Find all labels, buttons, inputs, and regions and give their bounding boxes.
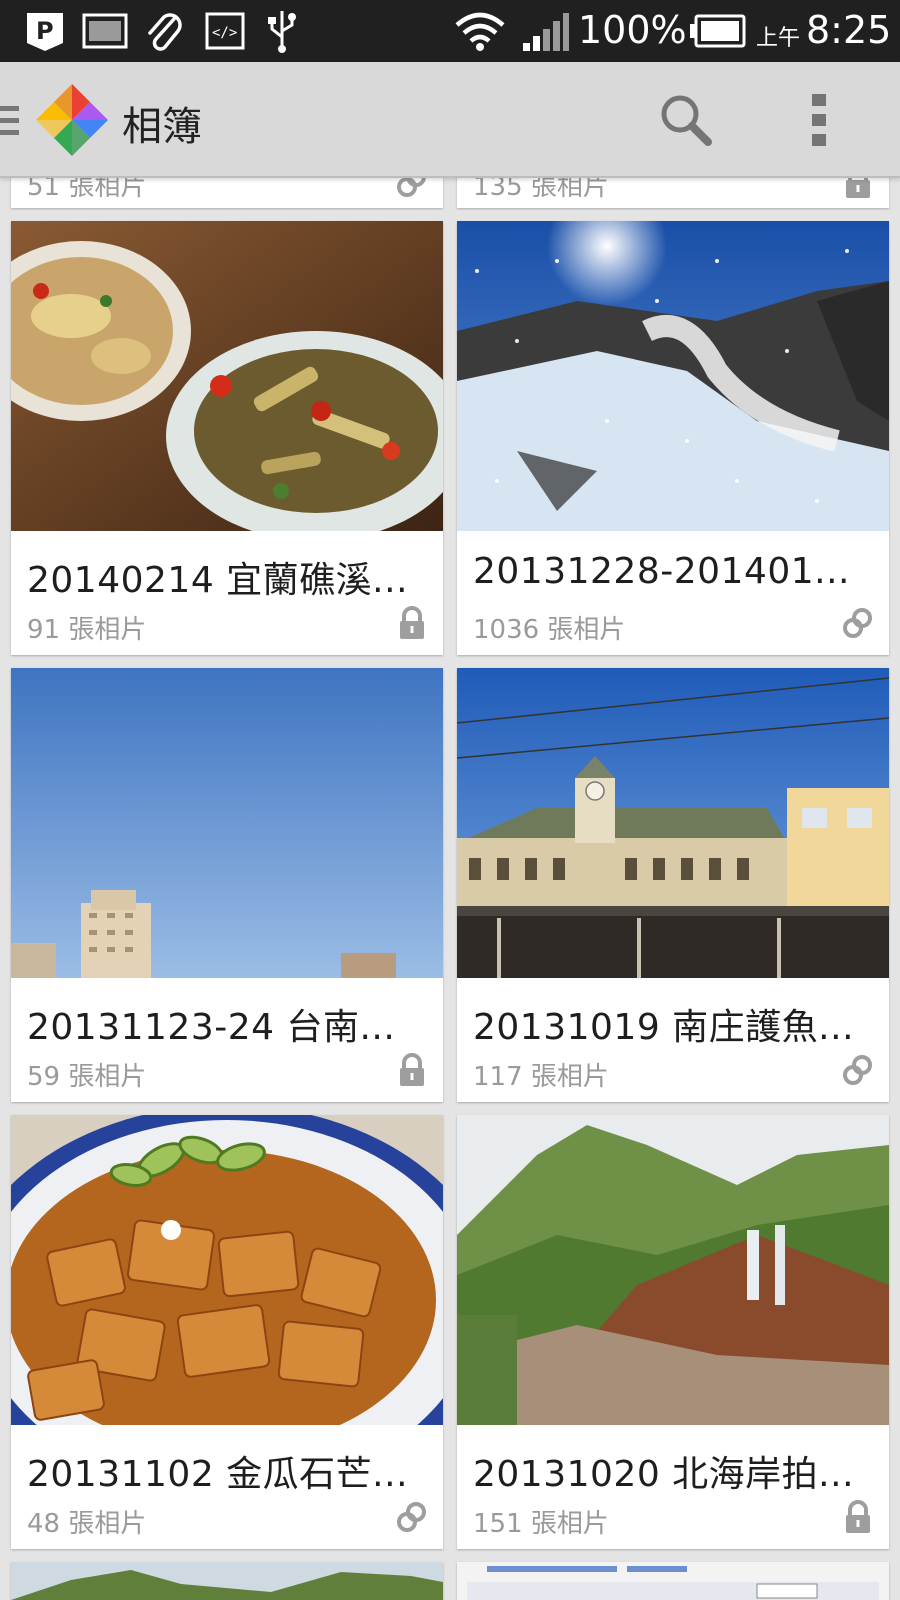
album-card-partial[interactable] (11, 1562, 443, 1600)
album-photo-count: 59 張相片 (27, 1062, 147, 1092)
shared-link-icon (843, 608, 872, 638)
album-photo-count: 117 張相片 (473, 1062, 609, 1092)
album-title: 20140214 宜蘭礁溪... (27, 560, 409, 601)
lock-icon (400, 606, 424, 639)
album-card[interactable]: 20131228-201401... 1036 張相片 (457, 221, 889, 655)
usb-icon (262, 10, 302, 53)
shared-link-icon (397, 1502, 426, 1532)
album-card[interactable]: 20131019 南庄護魚... 117 張相片 (457, 668, 889, 1102)
signal-icon (520, 10, 570, 52)
status-bar: P </> 100% 上午 8:25 (0, 0, 900, 62)
album-thumbnail (11, 221, 443, 531)
album-thumbnail (11, 1115, 443, 1425)
album-thumbnail (457, 668, 889, 978)
wifi-icon (452, 10, 508, 52)
album-grid[interactable]: 51 張相片 135 張相片 20140214 宜蘭礁溪... 91 張相片 2… (0, 0, 900, 1600)
search-icon[interactable] (650, 84, 722, 156)
album-title: 20131228-201401... (473, 551, 850, 592)
album-thumbnail (11, 668, 443, 978)
time-ampm: 上午 (756, 26, 801, 51)
app-screen: 51 張相片 135 張相片 20140214 宜蘭礁溪... 91 張相片 2… (0, 0, 900, 1600)
album-thumbnail (457, 1562, 889, 1600)
photos-logo-icon[interactable] (32, 80, 112, 160)
album-card[interactable]: 20131123-24 台南... 59 張相片 (11, 668, 443, 1102)
album-card[interactable]: 20140214 宜蘭礁溪... 91 張相片 (11, 221, 443, 655)
page-title: 相簿 (122, 104, 202, 150)
menu-icon[interactable] (0, 84, 30, 156)
lock-icon (846, 1500, 870, 1533)
album-photo-count: 91 張相片 (27, 615, 147, 645)
clock-time: 8:25 (806, 8, 892, 52)
image-notification-icon (80, 10, 130, 52)
svg-text:</>: </> (212, 25, 237, 41)
album-photo-count: 1036 張相片 (473, 615, 626, 645)
battery-percent: 100% (578, 8, 687, 52)
svg-text:P: P (36, 17, 54, 45)
album-title: 20131020 北海岸拍... (473, 1454, 855, 1495)
album-photo-count: 151 張相片 (473, 1509, 609, 1539)
battery-icon (688, 10, 746, 52)
album-photo-count: 48 張相片 (27, 1509, 147, 1539)
album-card[interactable]: 20131102 金瓜石芒... 48 張相片 (11, 1115, 443, 1549)
album-thumbnail (11, 1562, 443, 1600)
app-bar: 相簿 (0, 62, 900, 178)
album-card-partial[interactable] (457, 1562, 889, 1600)
album-card[interactable]: 20131020 北海岸拍... 151 張相片 (457, 1115, 889, 1549)
album-title: 20131102 金瓜石芒... (27, 1454, 409, 1495)
lock-icon (400, 1053, 424, 1086)
album-title: 20131123-24 台南... (27, 1007, 396, 1048)
album-thumbnail (457, 221, 889, 531)
code-icon: </> (202, 10, 248, 52)
album-thumbnail (457, 1115, 889, 1425)
album-title: 20131019 南庄護魚... (473, 1007, 855, 1048)
overflow-menu-icon[interactable] (794, 84, 844, 156)
attachment-icon (142, 10, 186, 52)
pushbullet-icon: P (22, 10, 68, 52)
shared-link-icon (843, 1055, 872, 1085)
